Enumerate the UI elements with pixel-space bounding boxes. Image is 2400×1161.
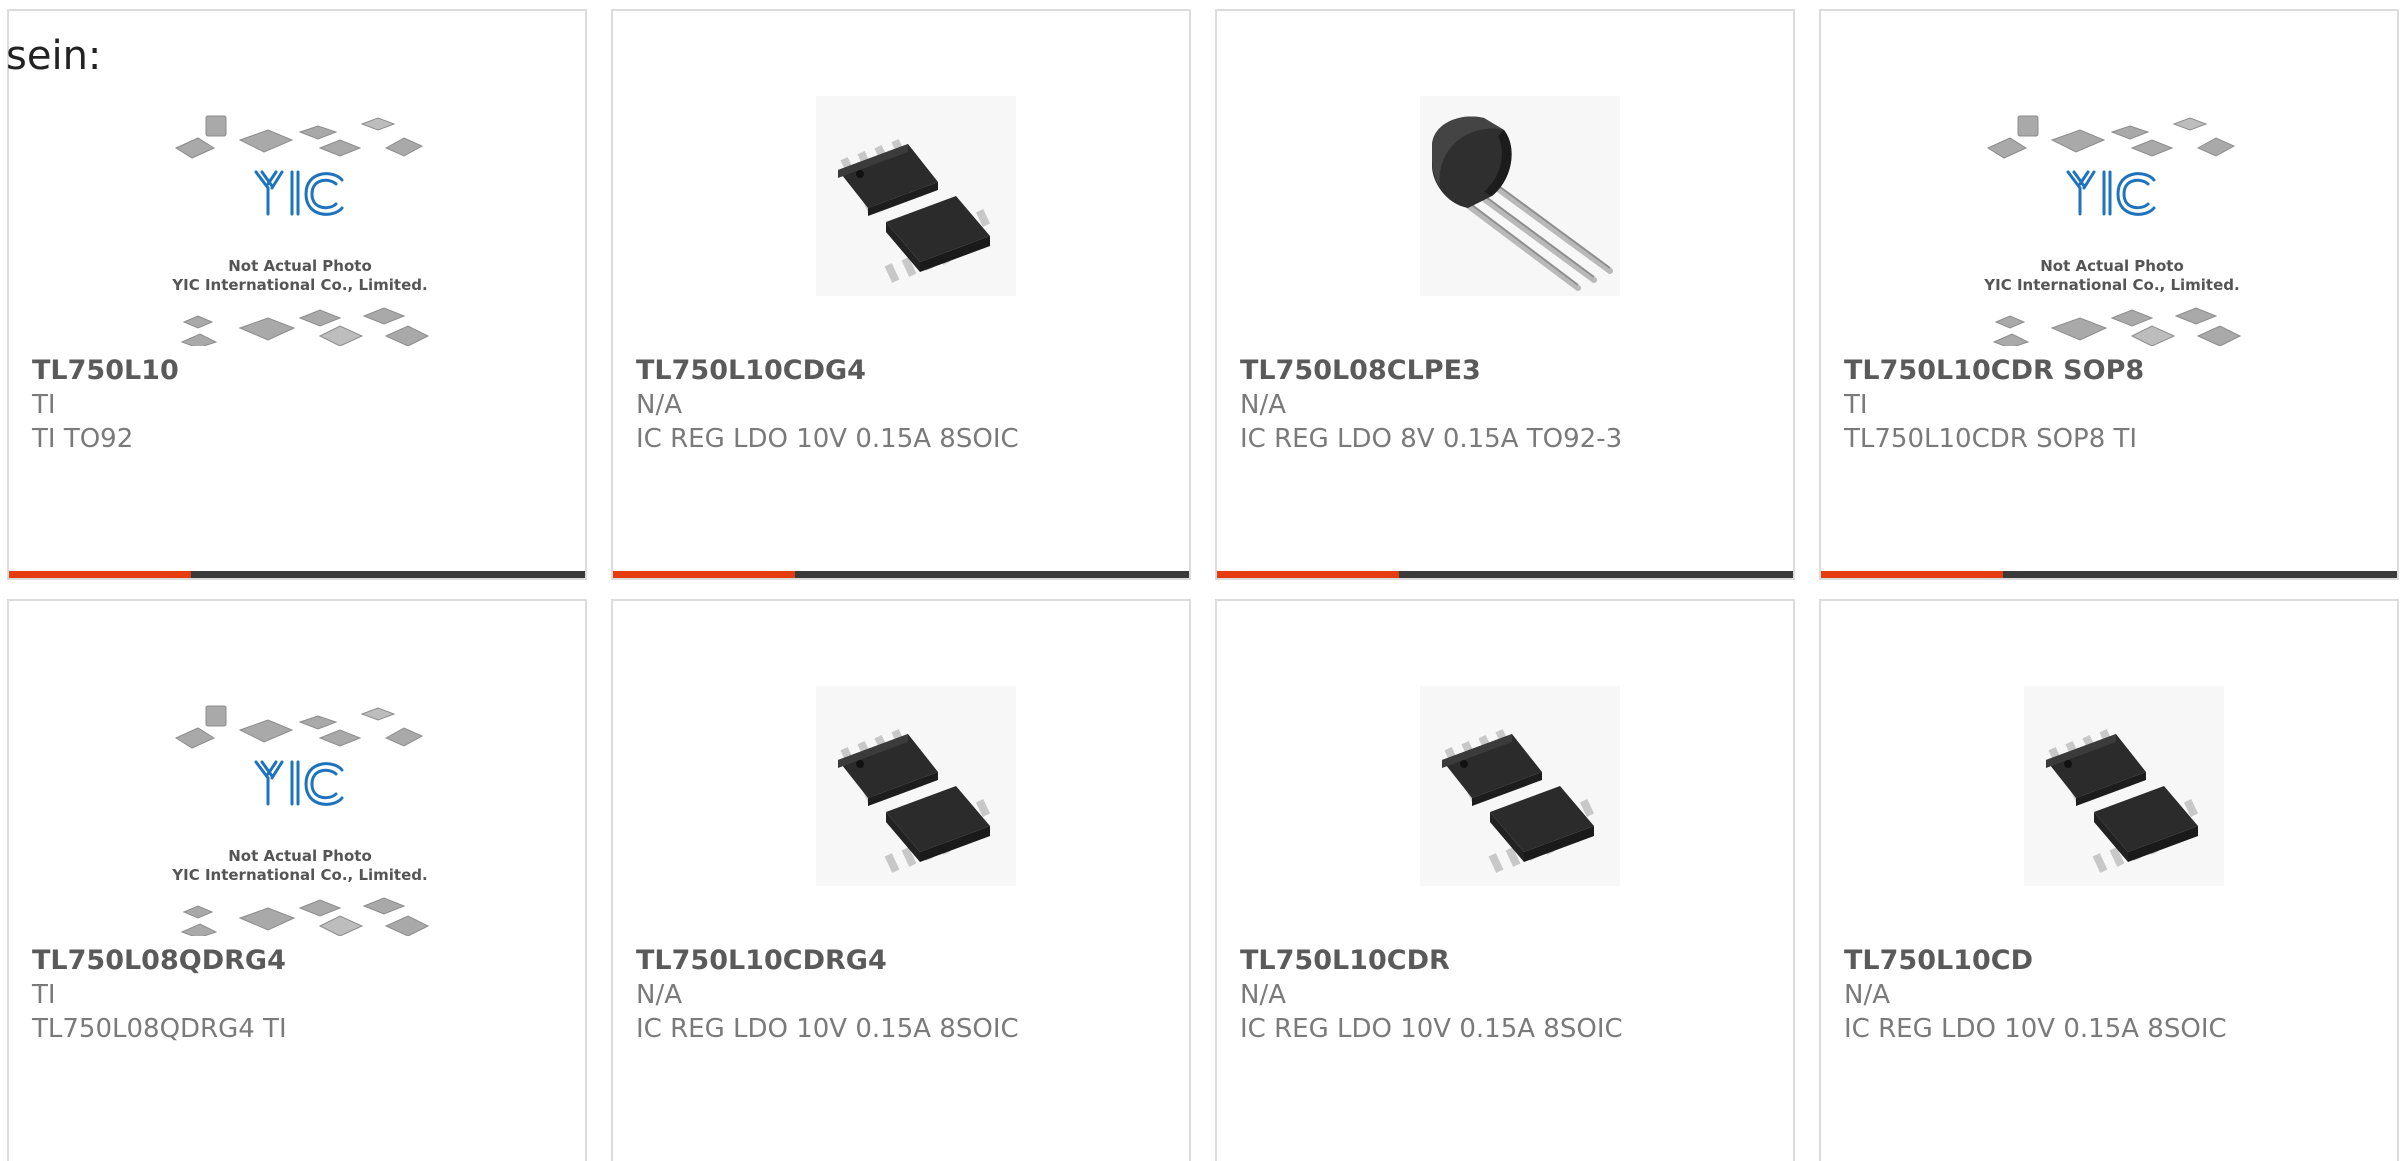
placeholder-line2: YIC International Co., Limited. [171, 866, 427, 884]
product-description: IC REG LDO 8V 0.15A TO92-3 [1240, 424, 1623, 454]
product-card-2[interactable]: TL750L10CDG4 N/A IC REG LDO 10V 0.15A 8S… [611, 9, 1191, 580]
soic8-chip-icon [816, 96, 1016, 296]
section-heading-fragment: sein: [6, 33, 102, 79]
product-manufacturer: N/A [1240, 390, 1286, 420]
product-description: TL750L10CDR SOP8 TI [1844, 424, 2138, 454]
placeholder-line1: Not Actual Photo [2040, 257, 2184, 275]
product-manufacturer: N/A [636, 980, 682, 1010]
product-description: IC REG LDO 10V 0.15A 8SOIC [636, 1014, 1019, 1044]
card-accent-bar [613, 571, 1189, 578]
product-card-6[interactable]: TL750L10CDRG4 N/A IC REG LDO 10V 0.15A 8… [611, 599, 1191, 1161]
product-card-1[interactable]: Not Actual Photo YIC International Co., … [7, 9, 587, 580]
product-manufacturer: N/A [1844, 980, 1890, 1010]
product-info: TL750L08QDRG4 TI TL750L08QDRG4 TI [32, 944, 575, 1046]
product-part-number[interactable]: TL750L08CLPE3 [1240, 354, 1783, 388]
product-info: TL750L10CDRG4 N/A IC REG LDO 10V 0.15A 8… [636, 944, 1179, 1046]
product-part-number[interactable]: TL750L10CDR SOP8 [1844, 354, 2387, 388]
placeholder-line2: YIC International Co., Limited. [171, 276, 427, 294]
product-part-number[interactable]: TL750L10CD [1844, 944, 2387, 978]
product-photo[interactable] [1372, 686, 1644, 936]
product-photo[interactable]: Not Actual Photo YIC International Co., … [1976, 96, 2248, 346]
product-card-3[interactable]: TL750L08CLPE3 N/A IC REG LDO 8V 0.15A TO… [1215, 9, 1795, 580]
product-manufacturer: N/A [1240, 980, 1286, 1010]
product-card-4[interactable]: Not Actual Photo YIC International Co., … [1819, 9, 2399, 580]
card-accent-bar [1821, 571, 2397, 578]
product-part-number[interactable]: TL750L10CDRG4 [636, 944, 1179, 978]
placeholder-photo-icon: Not Actual Photo YIC International Co., … [171, 705, 430, 936]
product-manufacturer: TI [32, 980, 56, 1010]
placeholder-line2: YIC International Co., Limited. [1983, 276, 2239, 294]
product-part-number[interactable]: TL750L10CDR [1240, 944, 1783, 978]
product-card-8[interactable]: TL750L10CD N/A IC REG LDO 10V 0.15A 8SOI… [1819, 599, 2399, 1161]
product-photo[interactable] [768, 686, 1040, 936]
product-manufacturer: TI [32, 390, 56, 420]
product-info: TL750L10CDG4 N/A IC REG LDO 10V 0.15A 8S… [636, 354, 1179, 456]
product-manufacturer: N/A [636, 390, 682, 420]
soic8-chip-icon [1420, 686, 1620, 886]
placeholder-line1: Not Actual Photo [228, 847, 372, 865]
card-accent-bar-fill [1821, 571, 2004, 578]
to92-transistor-icon [1420, 96, 1620, 296]
product-description: IC REG LDO 10V 0.15A 8SOIC [1240, 1014, 1623, 1044]
product-part-number[interactable]: TL750L10CDG4 [636, 354, 1179, 388]
product-part-number[interactable]: TL750L08QDRG4 [32, 944, 575, 978]
product-photo[interactable] [1372, 96, 1644, 346]
product-photo[interactable]: Not Actual Photo YIC International Co., … [164, 686, 436, 936]
product-card-5[interactable]: Not Actual Photo YIC International Co., … [7, 599, 587, 1161]
card-accent-bar-fill [9, 571, 192, 578]
placeholder-photo-icon: Not Actual Photo YIC International Co., … [1983, 115, 2242, 346]
product-description: IC REG LDO 10V 0.15A 8SOIC [1844, 1014, 2227, 1044]
product-part-number[interactable]: TL750L10 [32, 354, 575, 388]
soic8-chip-icon [816, 686, 1016, 886]
product-photo[interactable]: Not Actual Photo YIC International Co., … [164, 96, 436, 346]
card-accent-bar [1217, 571, 1793, 578]
product-info: TL750L10 TI TI TO92 [32, 354, 575, 456]
product-card-7[interactable]: TL750L10CDR N/A IC REG LDO 10V 0.15A 8SO… [1215, 599, 1795, 1161]
product-photo[interactable] [1976, 686, 2248, 936]
placeholder-line1: Not Actual Photo [228, 257, 372, 275]
product-info: TL750L10CD N/A IC REG LDO 10V 0.15A 8SOI… [1844, 944, 2387, 1046]
card-accent-bar-fill [1217, 571, 1400, 578]
card-accent-bar-fill [613, 571, 796, 578]
product-description: IC REG LDO 10V 0.15A 8SOIC [636, 424, 1019, 454]
product-info: TL750L10CDR SOP8 TI TL750L10CDR SOP8 TI [1844, 354, 2387, 456]
product-info: TL750L08CLPE3 N/A IC REG LDO 8V 0.15A TO… [1240, 354, 1783, 456]
product-description: TI TO92 [32, 424, 134, 454]
product-manufacturer: TI [1844, 390, 1868, 420]
product-description: TL750L08QDRG4 TI [32, 1014, 287, 1044]
product-photo[interactable] [768, 96, 1040, 346]
soic8-chip-icon [2024, 686, 2224, 886]
placeholder-photo-icon: Not Actual Photo YIC International Co., … [171, 115, 430, 346]
product-info: TL750L10CDR N/A IC REG LDO 10V 0.15A 8SO… [1240, 944, 1783, 1046]
card-accent-bar [9, 571, 585, 578]
